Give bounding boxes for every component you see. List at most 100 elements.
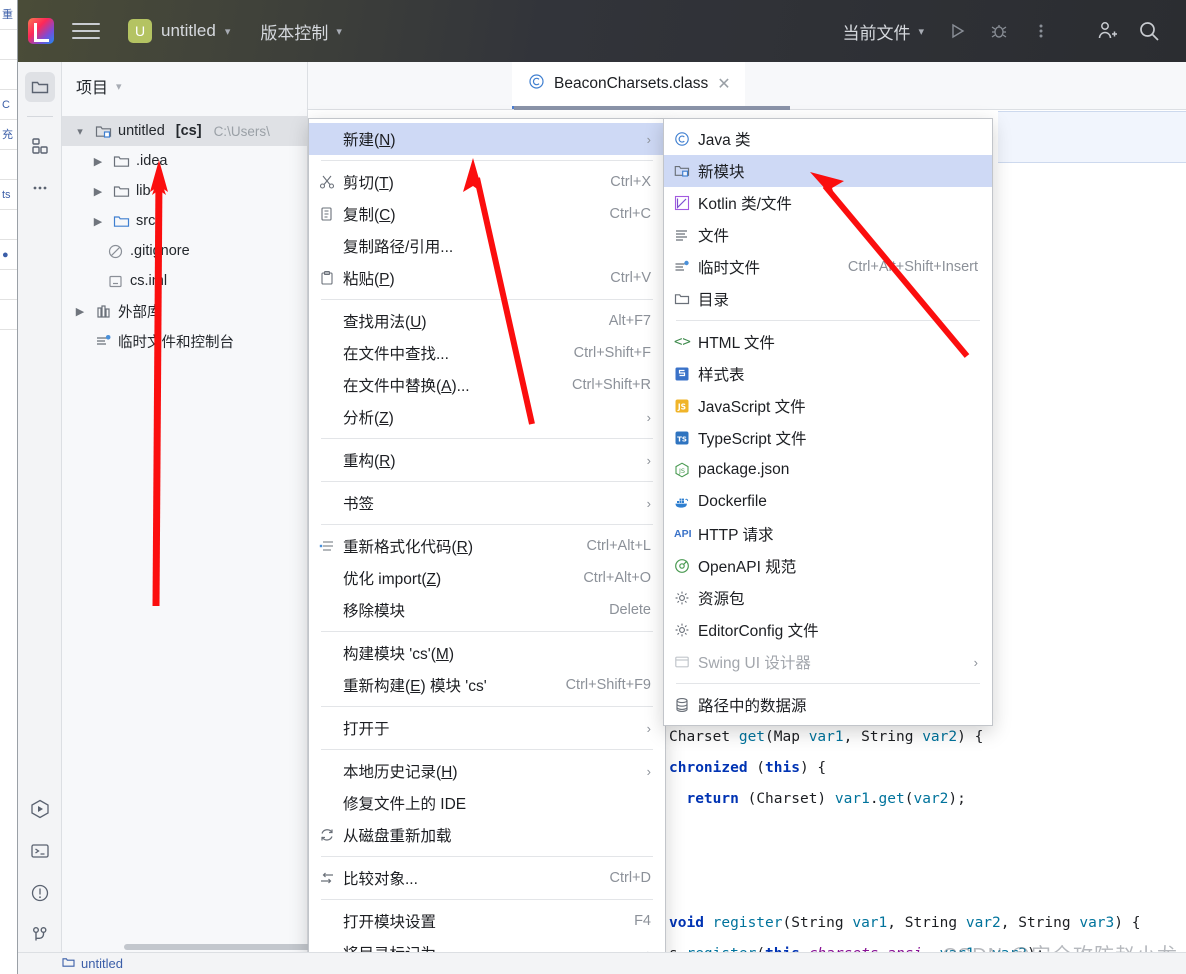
menu-item-repair-ide[interactable]: 修复文件上的 IDE (309, 787, 665, 819)
chevron-right-icon[interactable]: ▶ (90, 155, 106, 168)
sidebar-item-project[interactable] (24, 72, 55, 102)
menu-separator (321, 299, 653, 300)
chevron-right-icon[interactable]: ▶ (90, 185, 106, 198)
menu-item-shortcut: Ctrl+Shift+F (573, 345, 651, 361)
tree-item-gitignore[interactable]: .gitignore (62, 236, 307, 266)
menu-separator (321, 631, 653, 632)
submenu-item-resource-bundle[interactable]: 资源包 (664, 582, 992, 614)
menu-item-refactor[interactable]: 重构(R) › (309, 444, 665, 476)
close-icon[interactable]: ✕ (717, 74, 730, 94)
sidebar-item-structure[interactable] (25, 131, 55, 161)
menu-item-replace-in-files[interactable]: 在文件中替换(A)... Ctrl+Shift+R (309, 369, 665, 401)
menu-item-build-module[interactable]: 构建模块 'cs'(M) (309, 637, 665, 669)
submenu-item-java-class[interactable]: Java 类 (664, 123, 992, 155)
menu-item-compare-with[interactable]: 比较对象... Ctrl+D (309, 862, 665, 894)
submenu-item-file[interactable]: 文件 (664, 219, 992, 251)
submenu-item-new-module[interactable]: 新模块 (664, 155, 992, 187)
http-request-icon: API (674, 528, 692, 540)
submenu-item-label: 资源包 (698, 591, 745, 608)
html-icon: <> (674, 334, 691, 350)
editor-tab-beaconcharsets[interactable]: BeaconCharsets.class ✕ (512, 62, 745, 109)
kotlin-icon (674, 195, 698, 211)
submenu-item-scratch-file[interactable]: 临时文件 Ctrl+Alt+Shift+Insert (664, 251, 992, 283)
search-icon[interactable] (1128, 11, 1170, 51)
submenu-item-datasource-from-path[interactable]: 路径中的数据源 (664, 689, 992, 721)
chevron-right-icon[interactable]: ▶ (90, 215, 106, 228)
menu-separator (321, 481, 653, 482)
tree-item-lib[interactable]: ▶ lib (62, 176, 307, 206)
menu-item-copy-path[interactable]: 复制路径/引用... (309, 230, 665, 262)
submenu-item-dockerfile[interactable]: Dockerfile (664, 486, 992, 518)
chevron-right-icon: › (646, 720, 651, 736)
menu-item-label: 重新格式化代码(R) (343, 539, 474, 556)
project-selector[interactable]: U untitled ▾ (120, 16, 238, 46)
submenu-item-swing-ui-designer[interactable]: Swing UI 设计器 › (664, 646, 992, 678)
menu-item-shortcut: Ctrl+Shift+R (572, 377, 651, 393)
menu-item-rebuild-module[interactable]: 重新构建(E) 模块 'cs' Ctrl+Shift+F9 (309, 669, 665, 701)
file-icon (674, 227, 698, 243)
tree-item-external-libraries[interactable]: ▶ 外部库 (62, 296, 307, 326)
debug-icon[interactable] (978, 11, 1020, 51)
menu-item-cut[interactable]: 剪切(T) Ctrl+X (309, 166, 665, 198)
editor-notification-banner (998, 111, 1186, 163)
tree-item-label: lib (136, 183, 151, 199)
sidebar-item-problems[interactable] (25, 878, 55, 908)
menu-item-find-in-files[interactable]: 在文件中查找... Ctrl+Shift+F (309, 337, 665, 369)
sidebar-item-version-control[interactable] (25, 920, 55, 950)
submenu-item-typescript-file[interactable]: TS TypeScript 文件 (664, 422, 992, 454)
menu-item-open-module-settings[interactable]: 打开模块设置 F4 (309, 905, 665, 937)
submenu-item-javascript-file[interactable]: JS JavaScript 文件 (664, 390, 992, 422)
chevron-down-icon[interactable]: ▾ (72, 125, 88, 138)
submenu-item-editorconfig-file[interactable]: EditorConfig 文件 (664, 614, 992, 646)
code-line: Charset get(Map var1, String var2) { (669, 729, 984, 745)
menu-item-copy[interactable]: 复制(C) Ctrl+C (309, 198, 665, 230)
code-line: void register(String var1, String var2, … (669, 915, 1141, 931)
tree-item-cs-iml[interactable]: cs.iml (62, 266, 307, 296)
chevron-right-icon: › (973, 654, 978, 670)
menu-item-label: 修复文件上的 IDE (343, 796, 467, 813)
tree-item-untitled[interactable]: ▾ untitled [cs] C:\Users\ (62, 116, 307, 146)
submenu-item-package-json[interactable]: JS package.json (664, 454, 992, 486)
menu-item-analyze[interactable]: 分析(Z) › (309, 401, 665, 433)
datasource-icon (674, 697, 698, 713)
tree-item-label: 临时文件和控制台 (118, 334, 234, 351)
sidebar-item-run[interactable] (25, 794, 55, 824)
menu-item-new[interactable]: 新建(N) › (309, 123, 665, 155)
submenu-item-html-file[interactable]: <> HTML 文件 (664, 326, 992, 358)
more-tool-windows-icon[interactable] (25, 173, 55, 203)
menu-item-label: 剪切(T) (343, 175, 394, 192)
menu-item-local-history[interactable]: 本地历史记录(H) › (309, 755, 665, 787)
bg-row (0, 30, 17, 60)
submenu-item-http-request[interactable]: API HTTP 请求 (664, 518, 992, 550)
tree-item-idea[interactable]: ▶ .idea (62, 146, 307, 176)
tree-item-scratches[interactable]: 临时文件和控制台 (62, 326, 307, 356)
menu-item-open-in[interactable]: 打开于 › (309, 712, 665, 744)
submenu-item-directory[interactable]: 目录 (664, 283, 992, 315)
submenu-item-stylesheet[interactable]: 样式表 (664, 358, 992, 390)
intellij-idea-icon[interactable] (28, 18, 54, 44)
menu-item-bookmarks[interactable]: 书签 › (309, 487, 665, 519)
chevron-down-icon[interactable]: ▾ (116, 80, 122, 93)
tree-item-src[interactable]: ▶ src (62, 206, 307, 236)
menu-item-optimize-imports[interactable]: 优化 import(Z) Ctrl+Alt+O (309, 562, 665, 594)
menu-item-remove-module[interactable]: 移除模块 Delete (309, 594, 665, 626)
menu-item-paste[interactable]: 粘贴(P) Ctrl+V (309, 262, 665, 294)
project-panel-header[interactable]: 项目 ▾ (62, 62, 307, 110)
more-options-icon[interactable] (1020, 11, 1062, 51)
chevron-right-icon[interactable]: ▶ (72, 305, 88, 318)
run-configuration-selector[interactable]: 当前文件 ▾ (842, 19, 924, 44)
add-user-icon[interactable] (1086, 11, 1128, 51)
project-tree: ▾ untitled [cs] C:\Users\ ▶ .idea ▶ lib … (62, 110, 307, 356)
menu-item-shortcut: Ctrl+X (610, 174, 651, 190)
hamburger-menu-icon[interactable] (72, 18, 100, 44)
run-icon[interactable] (936, 11, 978, 51)
reformat-icon (319, 538, 343, 554)
vcs-selector[interactable]: 版本控制 ▾ (260, 19, 342, 44)
code-line: return (Charset) var1.get(var2); (686, 791, 966, 807)
menu-item-reformat-code[interactable]: 重新格式化代码(R) Ctrl+Alt+L (309, 530, 665, 562)
submenu-item-openapi-spec[interactable]: OpenAPI 规范 (664, 550, 992, 582)
sidebar-item-terminal[interactable] (25, 836, 55, 866)
menu-item-find-usages[interactable]: 查找用法(U) Alt+F7 (309, 305, 665, 337)
submenu-item-kotlin[interactable]: Kotlin 类/文件 (664, 187, 992, 219)
menu-item-reload-from-disk[interactable]: 从磁盘重新加载 (309, 819, 665, 851)
